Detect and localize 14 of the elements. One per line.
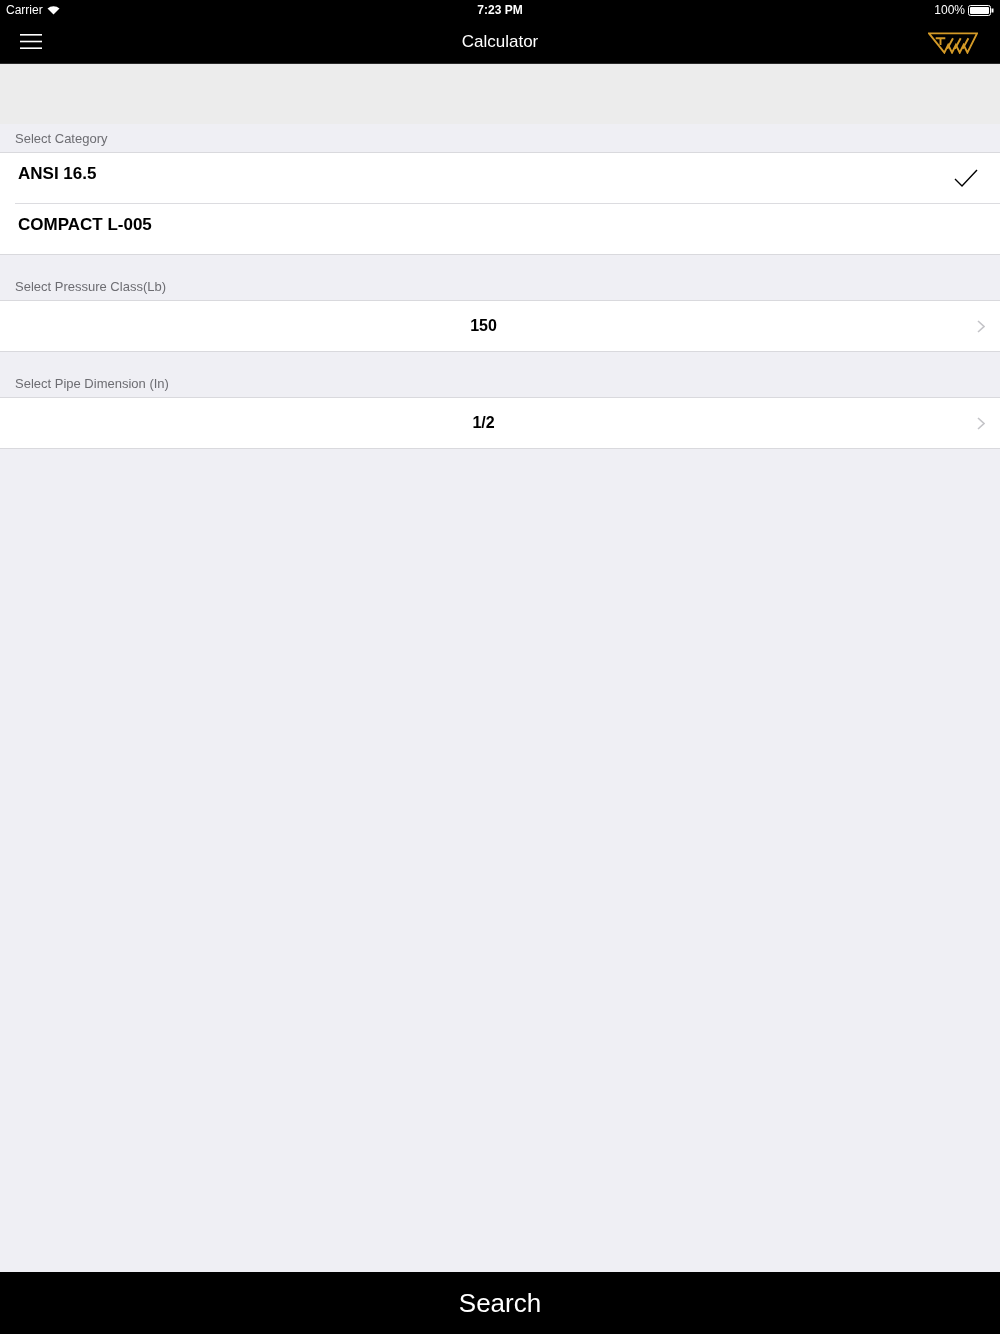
menu-button[interactable] xyxy=(20,34,42,49)
section-header: Select Pipe Dimension (In) xyxy=(14,377,170,390)
wifi-icon xyxy=(46,5,60,15)
carrier-label: Carrier xyxy=(6,3,43,17)
logo-icon xyxy=(928,31,978,54)
section-header: Select Pressure Class(Lb) xyxy=(14,280,167,293)
battery-percent: 100% xyxy=(934,3,965,17)
status-time: 7:23 PM xyxy=(477,3,523,17)
chevron-icon xyxy=(977,417,985,430)
battery-icon xyxy=(968,4,994,16)
nav-title: Calculator xyxy=(461,31,539,52)
chevron-icon xyxy=(977,320,985,333)
section-header: Select Category xyxy=(14,132,109,145)
search-button[interactable]: Search xyxy=(0,1272,1000,1334)
